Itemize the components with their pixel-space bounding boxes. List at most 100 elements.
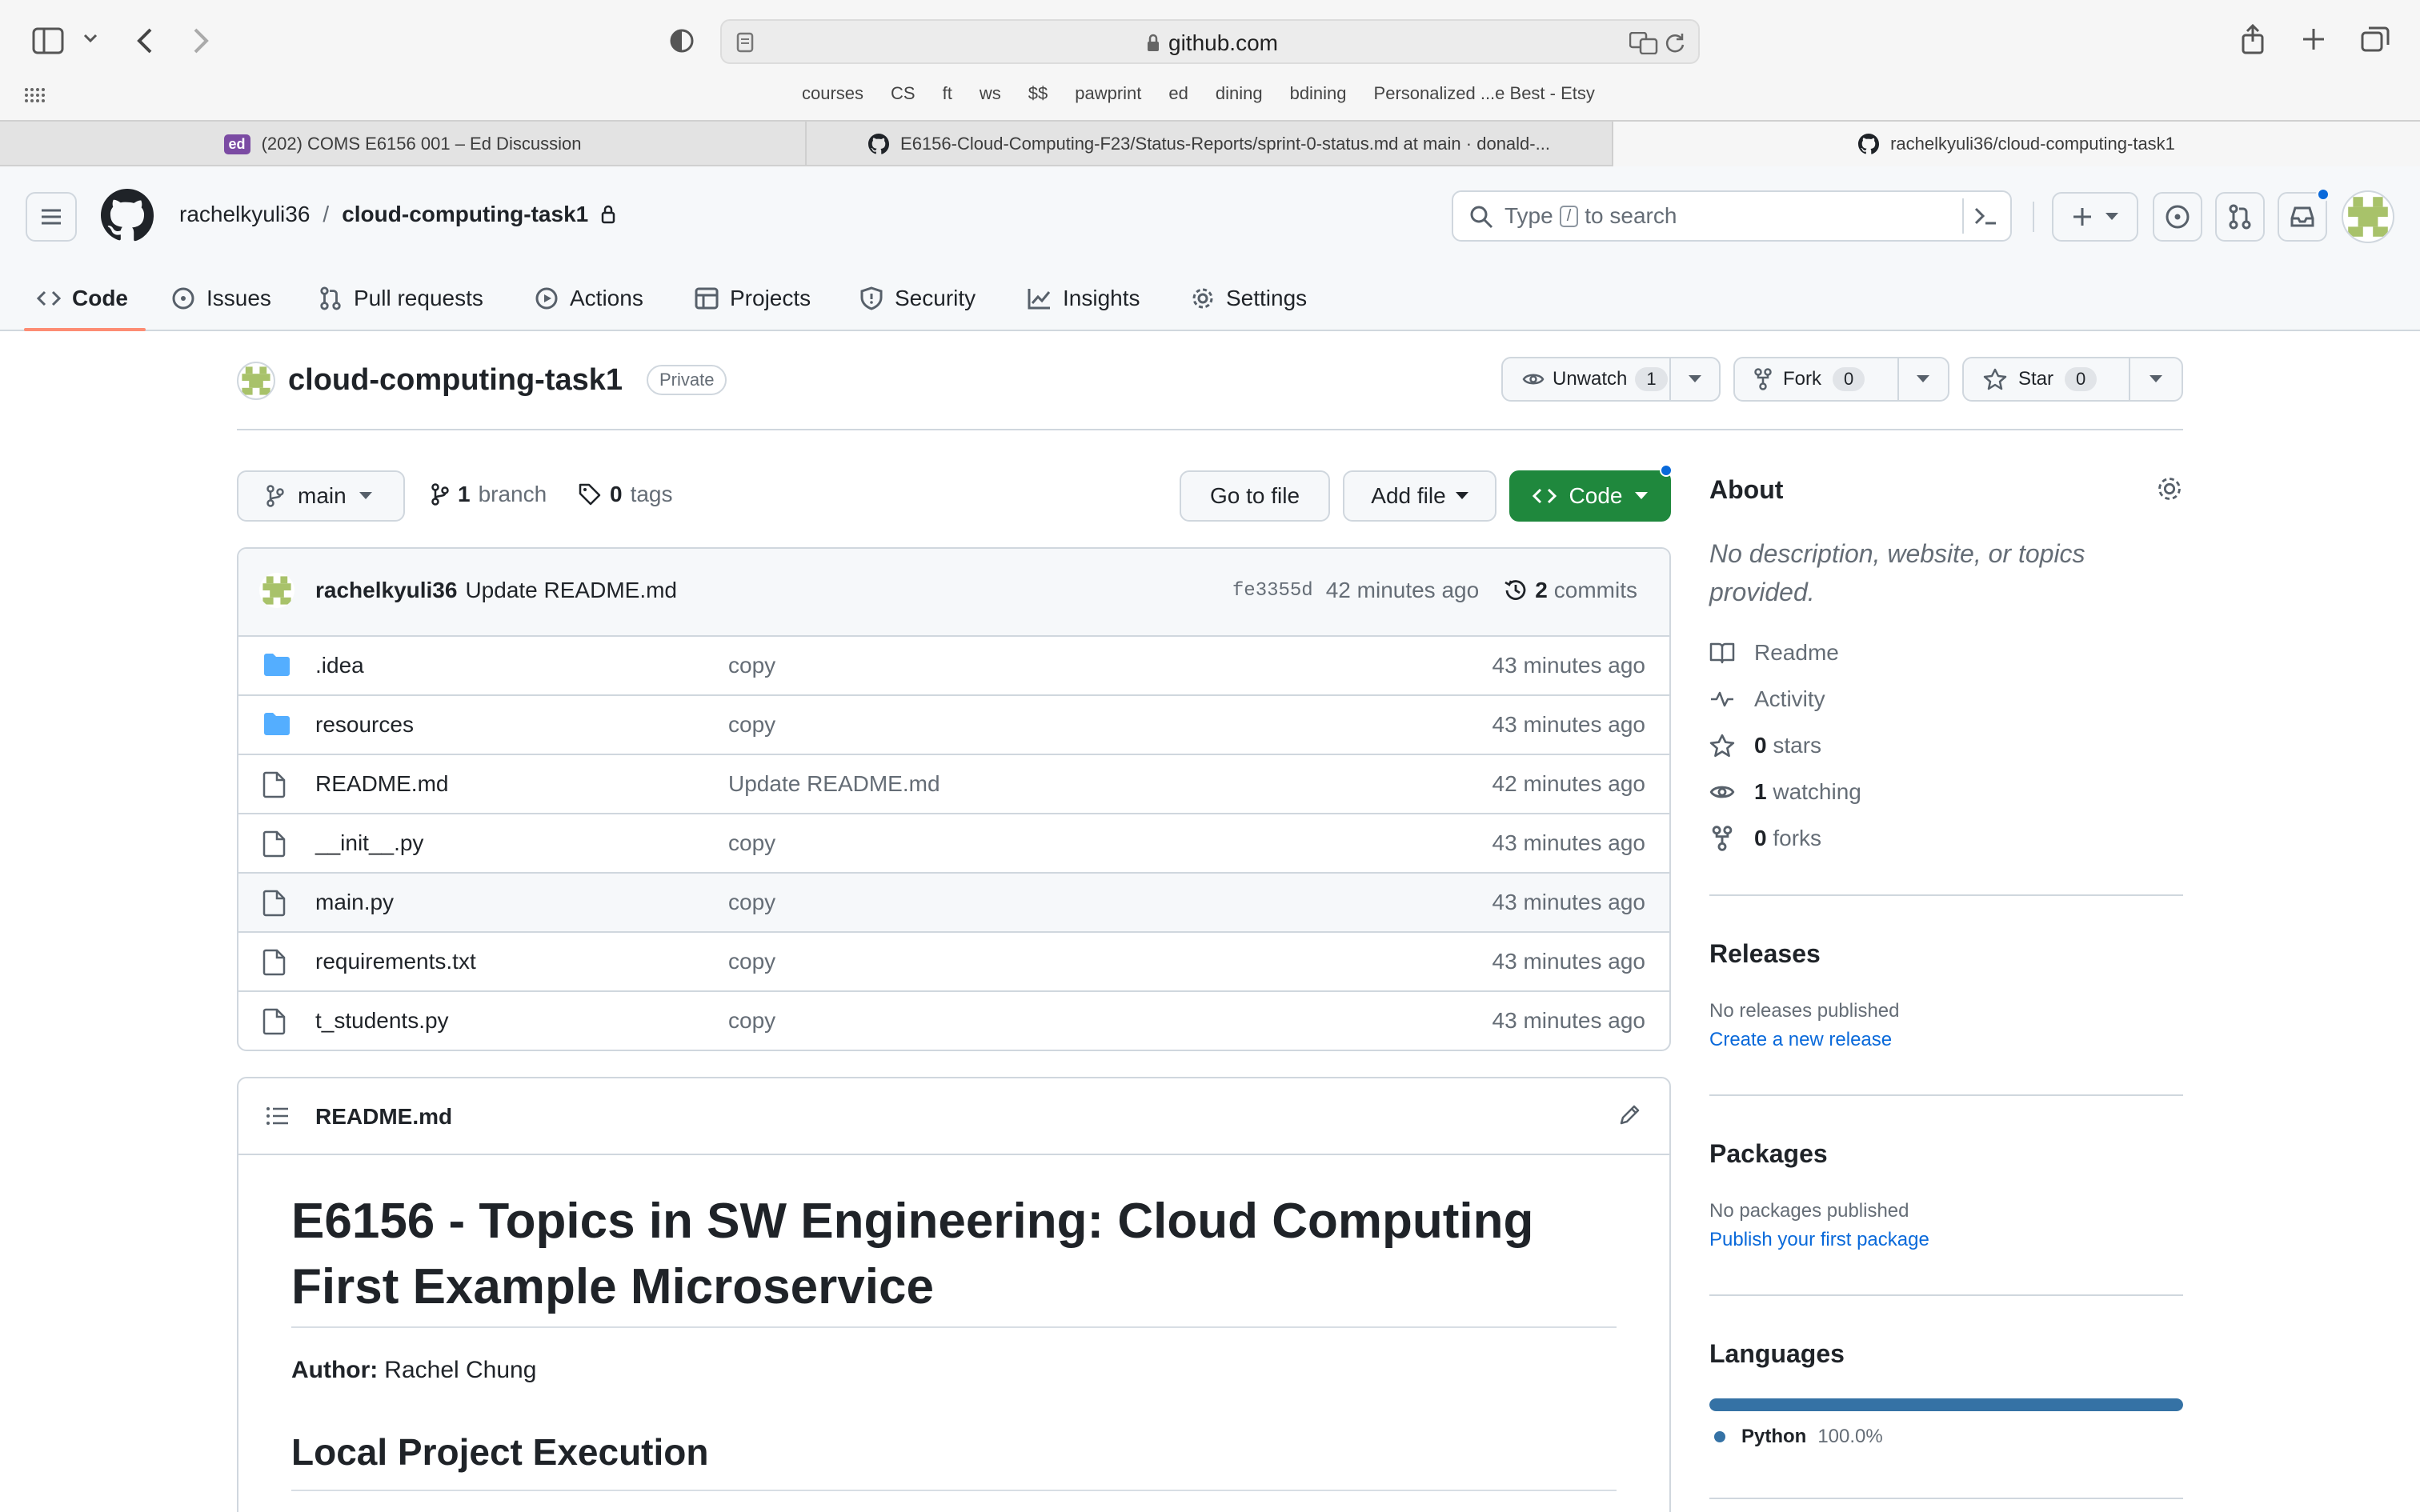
bookmark-etsy[interactable]: Personalized ...e Best - Etsy — [1374, 83, 1595, 104]
sidebar-toggle-icon[interactable] — [32, 27, 64, 54]
readme-filename[interactable]: README.md — [315, 1104, 452, 1130]
tab-actions[interactable]: Actions — [535, 275, 643, 322]
bookmark-bdining[interactable]: bdining — [1290, 83, 1347, 104]
watch-dropdown-caret-icon[interactable] — [1671, 375, 1719, 383]
avatar[interactable] — [259, 573, 294, 608]
browser-tab-ed[interactable]: ed (202) COMS E6156 001 – Ed Discussion — [0, 122, 805, 166]
pull-requests-button[interactable] — [2215, 192, 2265, 242]
tab-overview-icon[interactable] — [2361, 26, 2390, 53]
forward-arrow-icon[interactable] — [192, 27, 210, 54]
command-palette-icon[interactable] — [1973, 206, 1997, 226]
fork-button[interactable]: Fork 0 — [1735, 358, 1899, 400]
table-row[interactable]: requirements.txt copy 43 minutes ago — [238, 931, 1669, 990]
file-commit-message[interactable]: copy — [728, 890, 775, 915]
branch-selector[interactable]: main — [237, 470, 405, 522]
branches-link[interactable]: 1 branch — [431, 482, 547, 507]
language-item-python[interactable]: Python 100.0% — [1714, 1426, 1883, 1448]
bookmark-courses[interactable]: courses — [802, 83, 863, 104]
search-placeholder-prefix: Type — [1504, 203, 1553, 228]
commit-author[interactable]: rachelkyuli36 — [315, 578, 457, 603]
tab-pull-requests[interactable]: Pull requests — [319, 275, 483, 322]
back-arrow-icon[interactable] — [136, 27, 154, 54]
fork-dropdown-caret-icon[interactable] — [1899, 375, 1948, 383]
search-input[interactable]: Type / to search — [1452, 190, 2012, 242]
file-name[interactable]: README.md — [315, 771, 448, 797]
file-name[interactable]: __init__.py — [315, 830, 423, 856]
table-row[interactable]: resources copy 43 minutes ago — [238, 694, 1669, 754]
browser-tab-status-report[interactable]: E6156-Cloud-Computing-F23/Status-Reports… — [807, 122, 1612, 166]
create-new-button[interactable] — [2052, 192, 2138, 242]
translate-icon[interactable] — [1629, 32, 1658, 54]
issues-button[interactable] — [2153, 192, 2202, 242]
github-logo-icon[interactable] — [101, 189, 154, 242]
stars-link[interactable]: 0 stars — [1709, 733, 1821, 758]
hamburger-menu-icon[interactable] — [26, 192, 77, 242]
inbox-button[interactable] — [2278, 187, 2330, 242]
bookmark-pawprint[interactable]: pawprint — [1075, 83, 1141, 104]
file-name[interactable]: resources — [315, 712, 414, 738]
table-row[interactable]: main.py copy 43 minutes ago — [238, 872, 1669, 931]
unwatch-button[interactable]: Unwatch 1 — [1503, 358, 1671, 400]
repo-title[interactable]: cloud-computing-task1 — [288, 363, 623, 398]
tab-issues[interactable]: Issues — [171, 275, 271, 322]
tab-insights[interactable]: Insights — [1028, 275, 1140, 322]
chevron-down-icon[interactable] — [83, 34, 98, 43]
commits-link[interactable]: 2 commits — [1503, 578, 1637, 603]
create-release-link[interactable]: Create a new release — [1709, 1029, 1892, 1051]
bookmark-cs[interactable]: CS — [891, 83, 916, 104]
watching-link[interactable]: 1 watching — [1709, 779, 1861, 805]
watch-count: 1 — [1635, 367, 1668, 391]
list-outline-icon[interactable] — [266, 1106, 290, 1126]
new-tab-icon[interactable] — [2302, 27, 2326, 51]
file-commit-message[interactable]: copy — [728, 653, 775, 678]
code-button[interactable]: Code — [1509, 464, 1673, 522]
file-commit-message[interactable]: Update README.md — [728, 771, 940, 797]
browser-tab-repo[interactable]: rachelkyuli36/cloud-computing-task1 — [1613, 122, 2420, 166]
forks-link[interactable]: 0 forks — [1709, 826, 1821, 851]
table-row[interactable]: t_students.py copy 43 minutes ago — [238, 990, 1669, 1050]
file-commit-message[interactable]: copy — [728, 949, 775, 974]
publish-package-link[interactable]: Publish your first package — [1709, 1229, 1929, 1251]
tab-code[interactable]: Code — [37, 275, 128, 322]
bookmark-ed[interactable]: ed — [1168, 83, 1188, 104]
file-name[interactable]: t_students.py — [315, 1008, 449, 1034]
gear-icon[interactable] — [2156, 475, 2183, 502]
star-button[interactable]: Star 0 — [1964, 358, 2130, 400]
star-dropdown-caret-icon[interactable] — [2130, 375, 2182, 383]
tab-settings[interactable]: Settings — [1191, 275, 1307, 322]
bookmark-ft[interactable]: ft — [943, 83, 952, 104]
repo-link[interactable]: cloud-computing-task1 — [342, 202, 588, 227]
file-name[interactable]: requirements.txt — [315, 949, 476, 974]
bookmark-dining[interactable]: dining — [1216, 83, 1263, 104]
file-commit-message[interactable]: copy — [728, 712, 775, 738]
go-to-file-button[interactable]: Go to file — [1180, 470, 1330, 522]
owner-link[interactable]: rachelkyuli36 — [179, 202, 310, 227]
tags-link[interactable]: 0 tags — [578, 482, 673, 507]
packages-heading[interactable]: Packages — [1709, 1139, 1828, 1169]
file-name[interactable]: main.py — [315, 890, 394, 915]
bookmark-ws[interactable]: ws — [980, 83, 1001, 104]
file-commit-message[interactable]: copy — [728, 830, 775, 856]
commit-hash[interactable]: fe3355d — [1232, 580, 1313, 602]
releases-heading[interactable]: Releases — [1709, 939, 1821, 969]
table-row[interactable]: .idea copy 43 minutes ago — [238, 635, 1669, 694]
pencil-icon[interactable] — [1618, 1102, 1642, 1126]
table-row[interactable]: README.md Update README.md 42 minutes ag… — [238, 754, 1669, 813]
reload-icon[interactable] — [1665, 32, 1685, 54]
bookmarks-grid-icon[interactable] — [24, 86, 46, 104]
file-commit-message[interactable]: copy — [728, 1008, 775, 1034]
repo-owner-avatar[interactable] — [237, 362, 275, 400]
tab-projects[interactable]: Projects — [695, 275, 811, 322]
bookmark-money[interactable]: $$ — [1028, 83, 1048, 104]
commit-message[interactable]: Update README.md — [465, 578, 677, 603]
add-file-button[interactable]: Add file — [1343, 470, 1496, 522]
file-name[interactable]: .idea — [315, 653, 364, 678]
avatar[interactable] — [2342, 190, 2394, 243]
table-row[interactable]: __init__.py copy 43 minutes ago — [238, 813, 1669, 872]
share-icon[interactable] — [2241, 24, 2265, 54]
tab-security[interactable]: Security — [859, 275, 976, 322]
privacy-shield-icon[interactable] — [669, 27, 695, 54]
readme-link[interactable]: Readme — [1709, 640, 1839, 666]
activity-link[interactable]: Activity — [1709, 686, 1825, 712]
address-bar[interactable]: github.com — [720, 19, 1700, 64]
